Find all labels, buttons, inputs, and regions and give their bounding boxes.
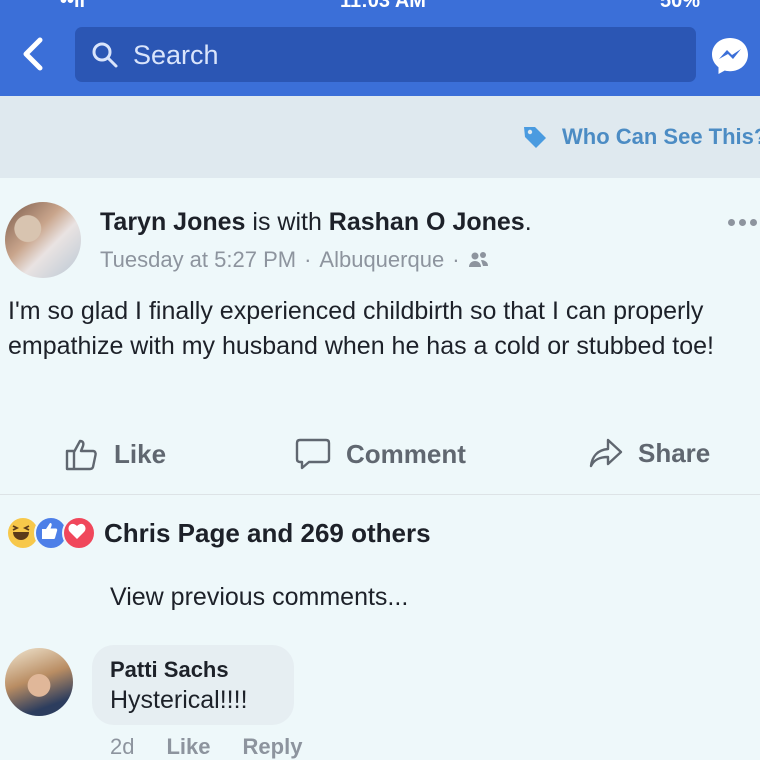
clock: 11:03 AM	[340, 0, 426, 12]
reactions-count: Chris Page and 269 others	[104, 517, 431, 548]
friends-audience-icon[interactable]	[468, 250, 490, 270]
like-label: Like	[114, 438, 167, 469]
comment-actions: 2d Like Reply	[110, 734, 302, 760]
top-nav-bar: ••ll 11:03 AM 50%	[0, 0, 760, 96]
post-location[interactable]: Albuquerque	[319, 247, 444, 273]
commenter-name[interactable]: Patti Sachs	[110, 657, 229, 683]
post-meta: Tuesday at 5:27 PM · Albuquerque ·	[100, 247, 490, 273]
share-arrow-icon	[589, 438, 623, 468]
post-options-button[interactable]	[728, 219, 757, 226]
meta-separator: ·	[452, 247, 460, 272]
comment-icon	[295, 438, 331, 470]
reactions-summary[interactable]: Chris Page and 269 others	[6, 516, 431, 550]
post-header: Taryn Jones is with Rashan O Jones.	[100, 208, 532, 237]
comment-button[interactable]: Comment	[294, 436, 466, 472]
chevron-left-icon	[23, 37, 43, 71]
comment-reply-button[interactable]: Reply	[243, 734, 303, 760]
post-actions: Like Comment Share	[0, 436, 760, 482]
share-label: Share	[638, 437, 711, 468]
status-bar: ••ll 11:03 AM 50%	[0, 0, 760, 12]
comment-text: Hysterical!!!!	[110, 686, 248, 714]
love-reaction-icon	[62, 516, 96, 550]
commenter-avatar[interactable]	[5, 648, 73, 716]
tag-icon	[524, 127, 546, 148]
tagged-person[interactable]: Rashan O Jones	[329, 208, 525, 236]
messenger-button[interactable]	[708, 34, 752, 78]
search-input[interactable]	[131, 35, 675, 75]
comment-age: 2d	[110, 734, 135, 759]
search-icon	[92, 42, 118, 68]
thumbs-up-icon	[65, 439, 97, 471]
more-dot	[750, 219, 757, 226]
post-timestamp[interactable]: Tuesday at 5:27 PM	[100, 247, 296, 273]
like-button[interactable]: Like	[64, 436, 166, 472]
search-bar[interactable]	[75, 27, 696, 82]
who-can-see-this-link[interactable]: Who Can See This?	[522, 124, 760, 150]
back-button[interactable]	[14, 34, 54, 74]
meta-separator: ·	[304, 247, 312, 272]
who-can-see-this-label: Who Can See This?	[562, 124, 760, 149]
author-avatar[interactable]	[5, 202, 81, 278]
comment-label: Comment	[346, 438, 466, 469]
more-dot	[728, 219, 735, 226]
battery-level: 50%	[660, 0, 701, 12]
messenger-icon	[712, 38, 748, 74]
divider	[0, 494, 760, 495]
comment-like-button[interactable]: Like	[166, 734, 210, 760]
view-previous-comments-link[interactable]: View previous comments...	[110, 583, 408, 612]
author-name[interactable]: Taryn Jones	[100, 208, 245, 236]
signal-indicator: ••ll	[60, 0, 86, 12]
post-body: I'm so glad I finally experienced childb…	[8, 297, 714, 360]
share-button[interactable]: Share	[588, 436, 710, 470]
more-dot	[739, 219, 746, 226]
header-period: .	[524, 208, 532, 236]
with-text: is with	[245, 208, 329, 236]
